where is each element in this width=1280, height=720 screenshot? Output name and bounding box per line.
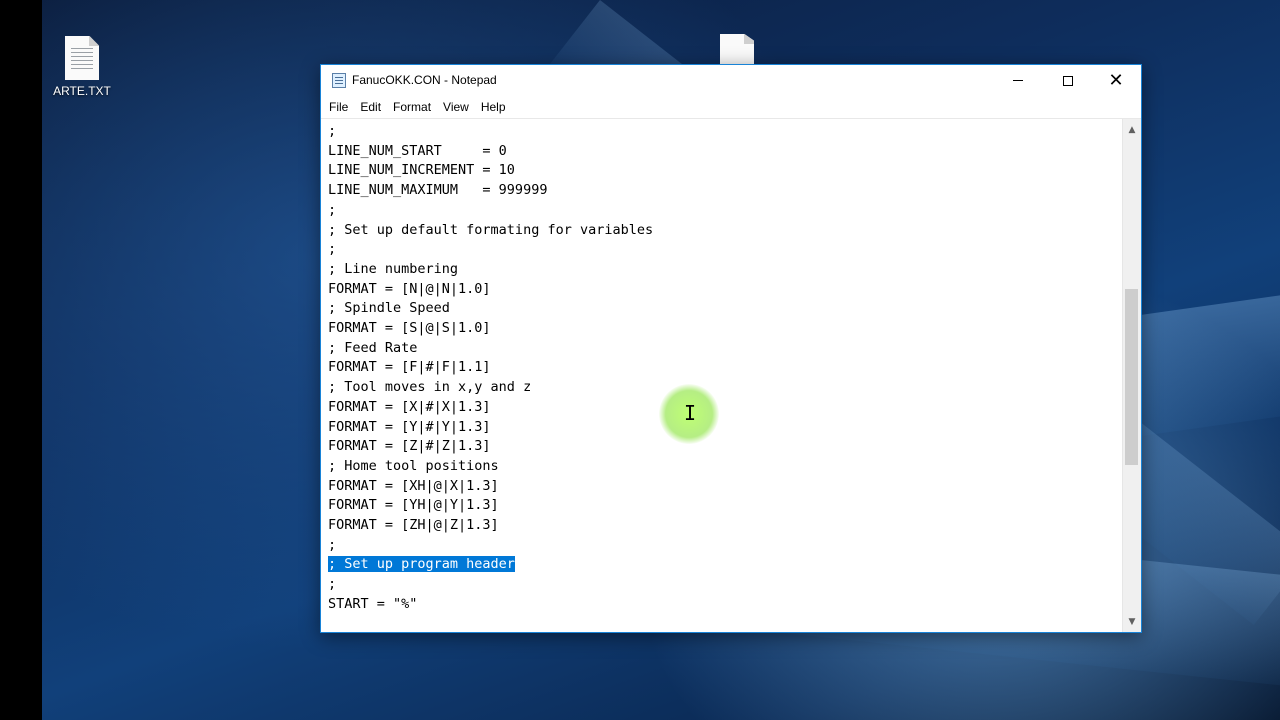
line-text: ; Line numbering bbox=[328, 260, 459, 277]
desktop-icon-label: ARTE.TXT bbox=[53, 84, 111, 98]
notepad-icon bbox=[332, 73, 346, 88]
window-title: FanucOKK.CON - Notepad bbox=[352, 73, 497, 87]
line-text: FORMAT = [S|@|S|1.0] bbox=[328, 320, 491, 337]
line-text: LINE_NUM_START = 0 bbox=[328, 142, 507, 159]
editor-line[interactable]: ; bbox=[328, 240, 653, 260]
editor-line[interactable]: FORMAT = [F|#|F|1.1] bbox=[328, 358, 653, 378]
editor-line[interactable]: LINE_NUM_START = 0 bbox=[328, 142, 653, 162]
editor-line[interactable]: FORMAT = [Z|#|Z|1.3] bbox=[328, 437, 653, 457]
editor-line[interactable]: ; Feed Rate bbox=[328, 339, 653, 359]
line-text: LINE_NUM_MAXIMUM = 999999 bbox=[328, 182, 548, 199]
vertical-scrollbar[interactable]: ▲ ▼ bbox=[1122, 119, 1141, 632]
editor-line[interactable]: ; Set up default formating for variables bbox=[328, 221, 653, 241]
line-text: FORMAT = [XH|@|X|1.3] bbox=[328, 477, 499, 494]
editor-line[interactable]: START = "%" bbox=[328, 595, 653, 615]
desktop-icon-arte-txt[interactable]: ARTE.TXT bbox=[42, 36, 122, 98]
editor-line[interactable]: ; bbox=[328, 122, 653, 142]
menu-file[interactable]: File bbox=[323, 98, 354, 116]
line-text: ; Home tool positions bbox=[328, 457, 499, 474]
line-text: FORMAT = [X|#|X|1.3] bbox=[328, 398, 491, 415]
scroll-down-icon[interactable]: ▼ bbox=[1123, 613, 1141, 630]
line-text: FORMAT = [ZH|@|Z|1.3] bbox=[328, 517, 499, 534]
text-editor[interactable]: ; LINE_NUM_START = 0 LINE_NUM_INCREMENT = … bbox=[321, 119, 1123, 632]
menu-format[interactable]: Format bbox=[387, 98, 437, 116]
editor-line[interactable]: ; bbox=[328, 575, 653, 595]
line-text: LINE_NUM_INCREMENT = 10 bbox=[328, 162, 515, 179]
editor-line[interactable]: ; Line numbering bbox=[328, 260, 653, 280]
editor-line[interactable]: ; bbox=[328, 201, 653, 221]
line-text: ; bbox=[328, 123, 337, 139]
notepad-window: FanucOKK.CON - Notepad ✕ File Edit Forma… bbox=[320, 64, 1142, 633]
line-text: FORMAT = [F|#|F|1.1] bbox=[328, 359, 491, 376]
line-text: ; Feed Rate bbox=[328, 339, 418, 356]
editor-line[interactable]: FORMAT = [X|#|X|1.3] bbox=[328, 398, 653, 418]
editor-line[interactable]: ; Spindle Speed bbox=[328, 299, 653, 319]
menu-help[interactable]: Help bbox=[475, 98, 512, 116]
editor-line[interactable]: ; bbox=[328, 536, 653, 556]
editor-text[interactable]: ; LINE_NUM_START = 0 LINE_NUM_INCREMENT = … bbox=[328, 122, 653, 615]
line-text: FORMAT = [Z|#|Z|1.3] bbox=[328, 438, 491, 455]
title-bar[interactable]: FanucOKK.CON - Notepad ✕ bbox=[321, 65, 1141, 96]
editor-line[interactable]: FORMAT = [Y|#|Y|1.3] bbox=[328, 418, 653, 438]
menu-view[interactable]: View bbox=[437, 98, 475, 116]
line-text: ; bbox=[328, 201, 337, 218]
text-file-icon bbox=[65, 36, 99, 80]
menu-edit[interactable]: Edit bbox=[354, 98, 387, 116]
maximize-button[interactable] bbox=[1045, 65, 1091, 96]
editor-line[interactable]: ; Set up program header bbox=[328, 555, 653, 575]
desktop-icon-file[interactable] bbox=[697, 34, 777, 68]
line-text: START = "%" bbox=[328, 595, 418, 612]
letterbox-left bbox=[0, 0, 42, 720]
editor-line[interactable]: FORMAT = [YH|@|Y|1.3] bbox=[328, 496, 653, 516]
editor-line[interactable]: LINE_NUM_MAXIMUM = 999999 bbox=[328, 181, 653, 201]
scroll-thumb[interactable] bbox=[1125, 289, 1138, 465]
text-file-icon bbox=[720, 34, 754, 64]
line-text: FORMAT = [N|@|N|1.0] bbox=[328, 280, 491, 297]
line-text: ; bbox=[328, 576, 337, 593]
editor-line[interactable]: FORMAT = [N|@|N|1.0] bbox=[328, 280, 653, 300]
line-text: FORMAT = [YH|@|Y|1.3] bbox=[328, 497, 499, 514]
scroll-up-icon[interactable]: ▲ bbox=[1123, 121, 1141, 138]
menu-bar: File Edit Format View Help bbox=[321, 96, 1141, 119]
editor-line[interactable]: FORMAT = [XH|@|X|1.3] bbox=[328, 477, 653, 497]
minimize-button[interactable] bbox=[995, 65, 1041, 96]
line-text: ; Set up default formating for variables bbox=[328, 221, 654, 238]
close-icon: ✕ bbox=[1108, 69, 1124, 91]
minimize-icon bbox=[1013, 80, 1023, 81]
text-cursor-icon: I bbox=[684, 401, 697, 425]
line-text: ; Tool moves in x,y and z bbox=[328, 379, 532, 396]
line-text: ; bbox=[328, 241, 337, 258]
line-text: FORMAT = [Y|#|Y|1.3] bbox=[328, 418, 491, 435]
editor-line[interactable]: LINE_NUM_INCREMENT = 10 bbox=[328, 161, 653, 181]
maximize-icon bbox=[1063, 75, 1073, 86]
close-button[interactable]: ✕ bbox=[1093, 65, 1139, 96]
line-text: ; bbox=[328, 536, 337, 553]
editor-line[interactable]: FORMAT = [ZH|@|Z|1.3] bbox=[328, 516, 653, 536]
selected-text: ; Set up program header bbox=[328, 556, 515, 573]
line-text: ; Spindle Speed bbox=[328, 300, 450, 317]
editor-line[interactable]: FORMAT = [S|@|S|1.0] bbox=[328, 319, 653, 339]
editor-line[interactable]: ; Home tool positions bbox=[328, 457, 653, 477]
editor-line[interactable]: ; Tool moves in x,y and z bbox=[328, 378, 653, 398]
desktop: ARTE.TXT FanucOKK.CON - Notepad ✕ File E… bbox=[0, 0, 1280, 720]
